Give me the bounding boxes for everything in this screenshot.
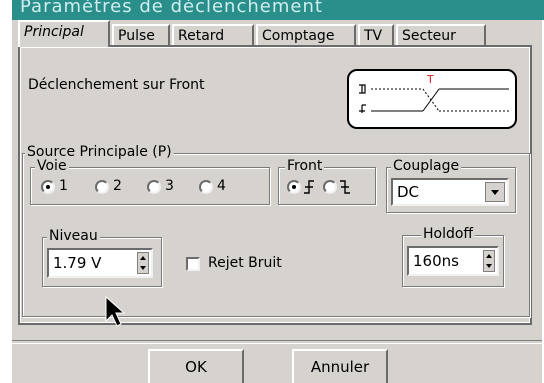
- tab-pulse[interactable]: Pulse: [112, 24, 170, 45]
- tab-panel-principal: Déclenchement sur Front T Source Princip…: [18, 45, 532, 327]
- couplage-group: Couplage DC: [386, 158, 516, 213]
- edge-trigger-diagram: T: [347, 69, 517, 129]
- niveau-group: Niveau 1.79 V: [42, 228, 162, 287]
- front-falling-radio[interactable]: [323, 180, 337, 194]
- voie-2-label: 2: [113, 178, 122, 194]
- front-group: Front: [278, 158, 376, 205]
- chevron-down-icon[interactable]: [485, 182, 505, 202]
- holdoff-spinbox[interactable]: 160ns: [407, 246, 499, 276]
- falling-edge-icon: [340, 180, 350, 194]
- mouse-cursor-icon: [105, 295, 126, 327]
- tab-bar: Principal Pulse Retard Comptage TV Secte…: [12, 20, 542, 47]
- cancel-button[interactable]: Annuler: [292, 349, 388, 383]
- edge-waveform-icon: T: [359, 73, 509, 113]
- holdoff-legend: Holdoff: [421, 226, 476, 242]
- tab-retard[interactable]: Retard: [172, 24, 254, 45]
- voie-4-label: 4: [217, 178, 226, 194]
- tab-secteur[interactable]: Secteur: [396, 24, 486, 45]
- niveau-spin-buttons[interactable]: [137, 252, 149, 274]
- voie-legend: Voie: [35, 158, 69, 174]
- niveau-legend: Niveau: [47, 228, 100, 244]
- couplage-value: DC: [397, 183, 420, 201]
- holdoff-spin-buttons[interactable]: [483, 250, 495, 272]
- front-rising-radio[interactable]: [287, 180, 301, 194]
- niveau-spinbox[interactable]: 1.79 V: [47, 248, 153, 278]
- trigger-dialog: Paramètres de déclenchement Principal Pu…: [12, 0, 544, 383]
- voie-3-radio[interactable]: [147, 180, 161, 194]
- rejet-bruit-label: Rejet Bruit: [208, 255, 282, 271]
- couplage-legend: Couplage: [391, 158, 462, 174]
- rejet-bruit-checkbox[interactable]: [186, 257, 200, 271]
- button-bar: [12, 340, 542, 344]
- front-legend: Front: [285, 158, 325, 174]
- niveau-value: 1.79 V: [53, 254, 102, 272]
- window-title: Paramètres de déclenchement: [12, 0, 544, 20]
- voie-3-label: 3: [165, 178, 174, 194]
- voie-1-radio[interactable]: [41, 180, 55, 194]
- tab-principal[interactable]: Principal: [18, 20, 110, 47]
- trigger-mode-label: Déclenchement sur Front: [28, 77, 205, 93]
- holdoff-group: Holdoff 160ns: [402, 226, 504, 287]
- holdoff-value: 160ns: [413, 252, 459, 270]
- rising-edge-icon: [304, 180, 314, 194]
- voie-4-radio[interactable]: [199, 180, 213, 194]
- voie-1-label: 1: [59, 178, 68, 194]
- voie-group: Voie 1 2 3 4: [30, 158, 270, 205]
- tab-comptage[interactable]: Comptage: [256, 24, 356, 45]
- tab-tv[interactable]: TV: [358, 24, 394, 45]
- trigger-marker: T: [426, 73, 434, 86]
- couplage-select[interactable]: DC: [391, 178, 509, 206]
- voie-2-radio[interactable]: [95, 180, 109, 194]
- ok-button[interactable]: OK: [148, 349, 244, 383]
